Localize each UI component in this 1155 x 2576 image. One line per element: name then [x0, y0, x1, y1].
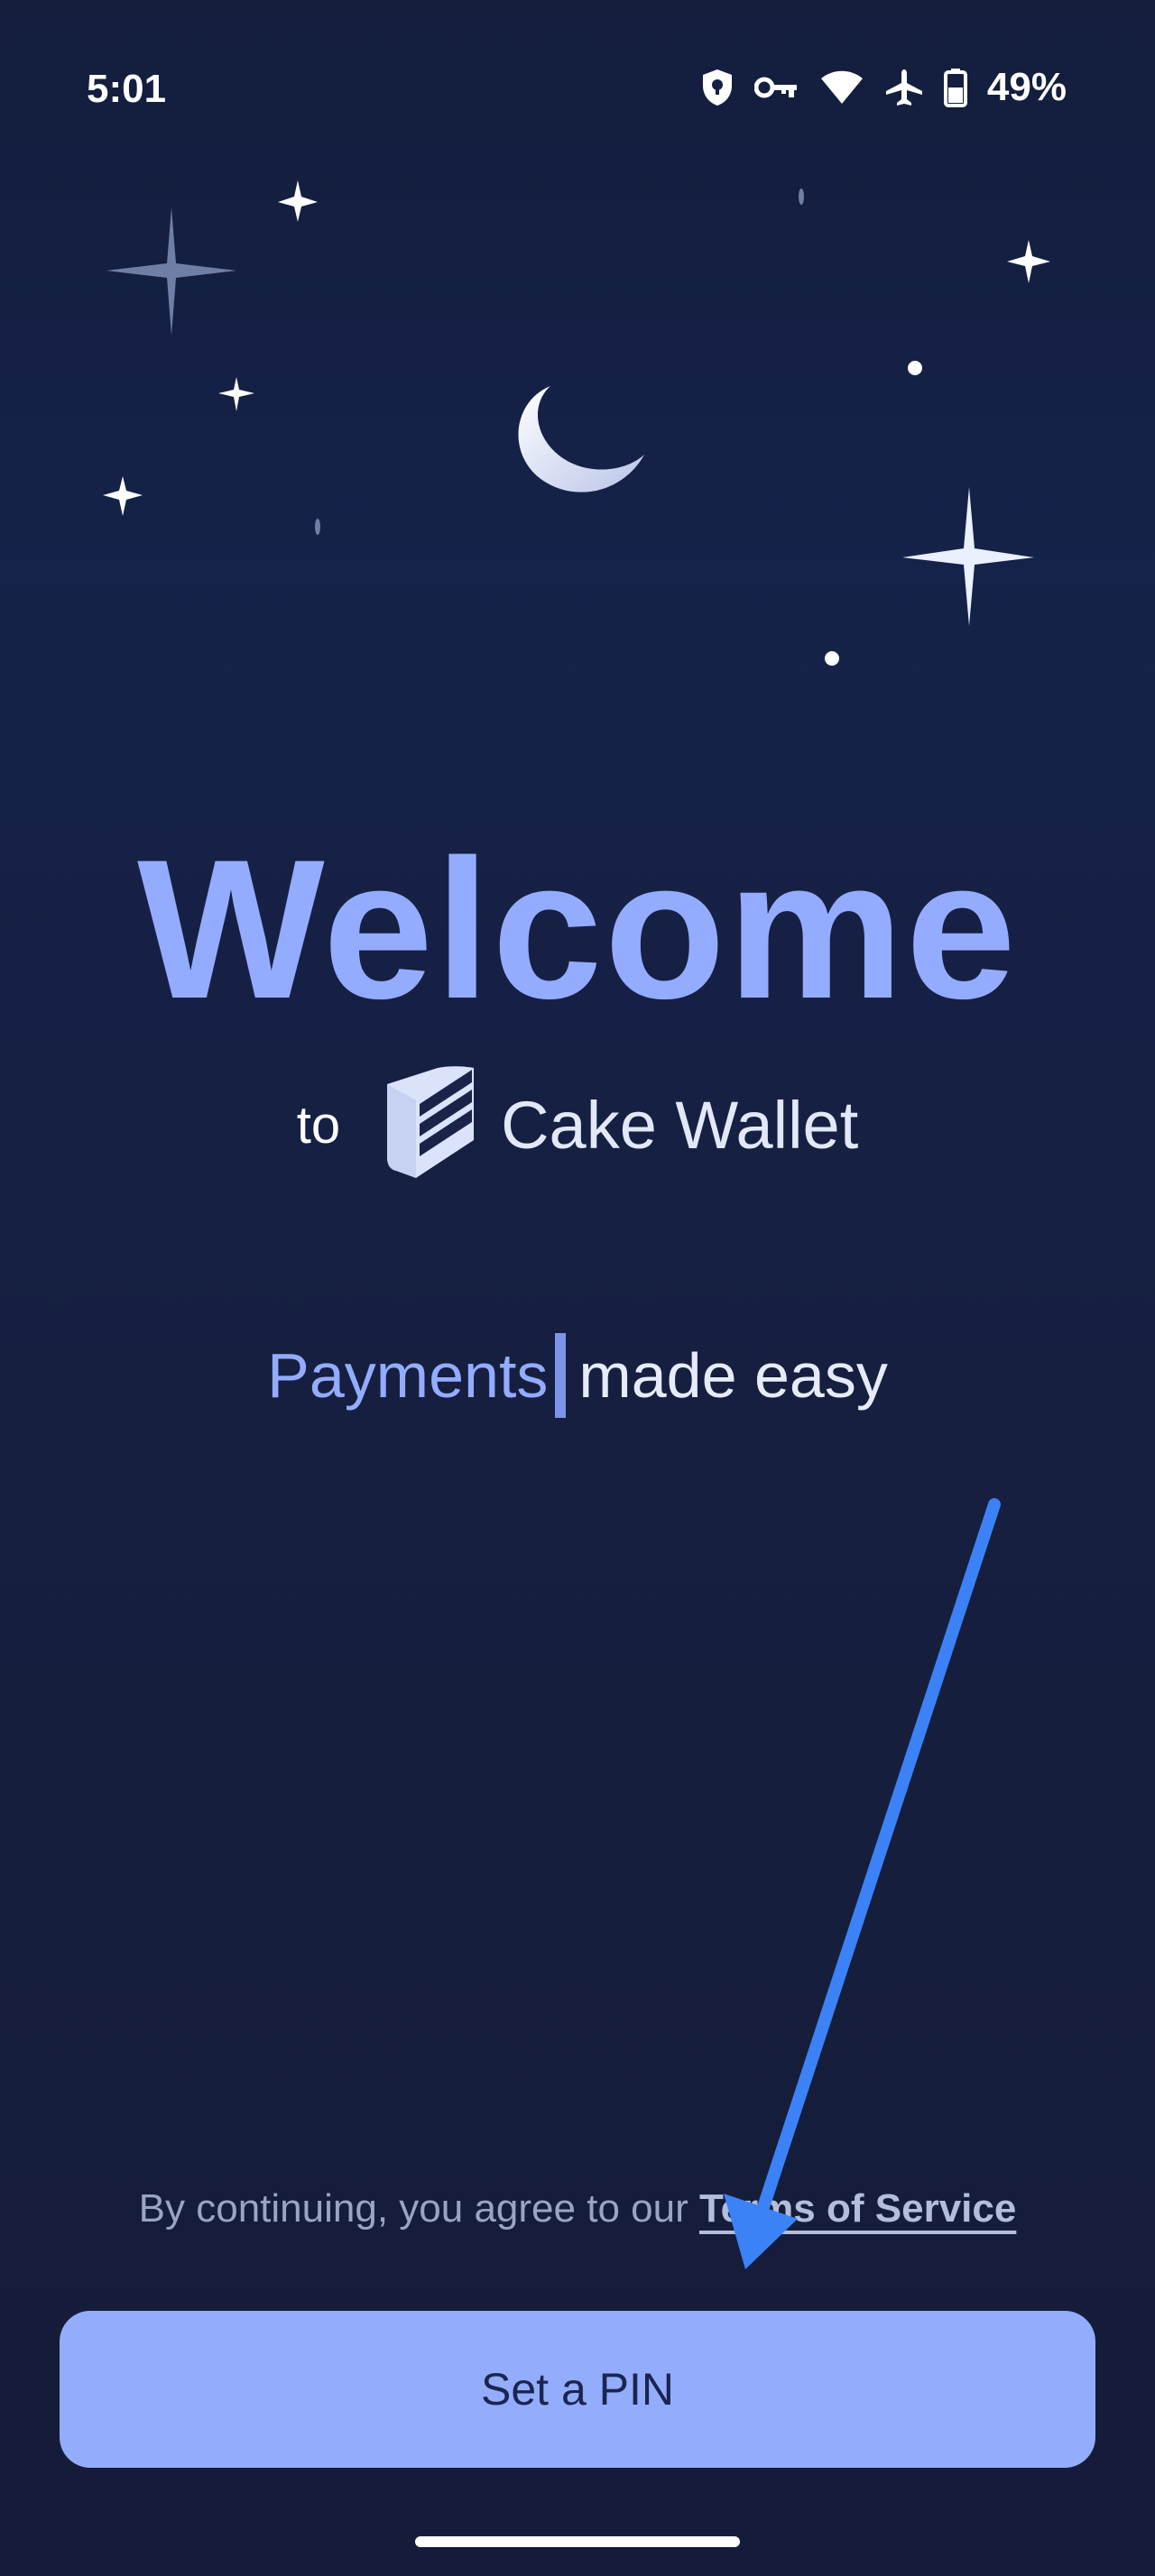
sparkle-icon — [1007, 240, 1050, 283]
tagline-highlight: Payments — [267, 1340, 549, 1411]
sparkle-icon — [103, 476, 143, 516]
home-indicator[interactable] — [415, 2536, 740, 2547]
set-pin-button[interactable]: Set a PIN — [60, 2311, 1095, 2468]
sparkle-icon — [902, 487, 1034, 626]
sparkle-icon — [218, 377, 254, 411]
moon-icon — [518, 386, 644, 492]
brand-row: to Cake Wallet — [0, 1064, 1155, 1186]
terms-notice: By continuing, you agree to our Terms of… — [0, 2186, 1155, 2231]
to-label: to — [296, 1096, 341, 1155]
terms-prefix: By continuing, you agree to our — [138, 2186, 688, 2231]
star-dot — [825, 651, 839, 666]
cake-wallet-logo-icon — [383, 1064, 477, 1186]
terms-of-service-link[interactable]: Terms of Service — [699, 2186, 1016, 2231]
star-dot — [799, 189, 804, 205]
sparkle-icon — [106, 207, 236, 336]
welcome-title: Welcome — [137, 818, 1018, 1040]
typing-cursor — [555, 1333, 567, 1418]
night-sky-illustration — [103, 180, 1050, 666]
brand-name: Cake Wallet — [501, 1088, 859, 1163]
set-pin-label: Set a PIN — [481, 2364, 674, 2415]
tagline: Payments made easy — [0, 1333, 1155, 1418]
sparkle-icon — [278, 180, 318, 222]
star-dot — [315, 519, 320, 535]
tagline-rest: made easy — [578, 1340, 888, 1411]
star-dot — [908, 361, 922, 375]
